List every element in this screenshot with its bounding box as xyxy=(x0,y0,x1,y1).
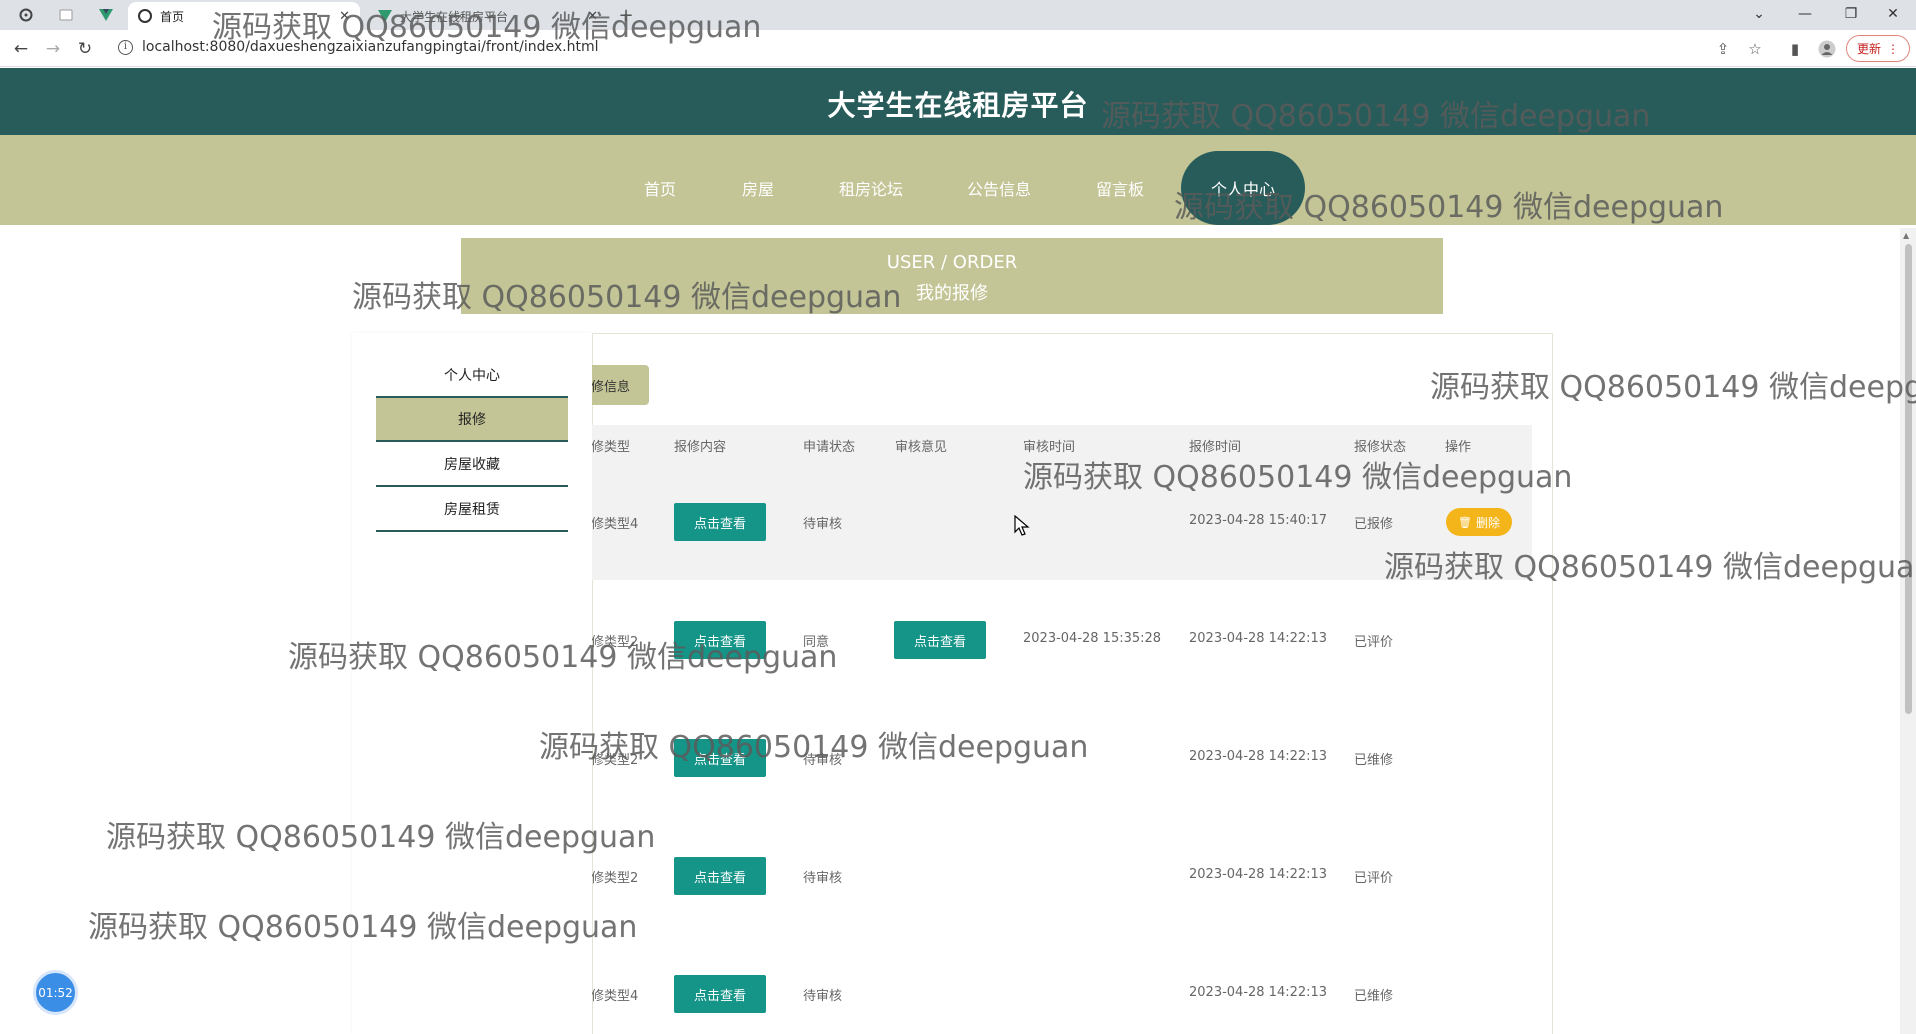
col-type: 报修类型 xyxy=(592,436,652,455)
table-row-2-type: 报修类型2 xyxy=(592,631,652,650)
table-row-1-repair-status: 已报修 xyxy=(1354,517,1394,532)
nav-forum[interactable]: 租房论坛 xyxy=(839,176,903,200)
section-tag: 报修信息 xyxy=(592,365,649,405)
side-item-repair[interactable]: 报修 xyxy=(376,398,568,442)
update-button[interactable]: 更新 ⋮ xyxy=(1846,35,1910,62)
close-icon[interactable]: ✕ xyxy=(339,9,350,24)
scroll-up-arrow-icon[interactable]: ▲ xyxy=(1903,231,1909,240)
table-row-2-report-time: 2023-04-28 14:22:13 xyxy=(1189,631,1328,646)
bookmark-star-icon[interactable]: ☆ xyxy=(1744,38,1766,60)
table-row-4-repair-status: 已评价 xyxy=(1354,871,1394,886)
table-row-2-repair-status: 已评价 xyxy=(1354,635,1394,650)
col-repair-status: 报修状态 xyxy=(1354,440,1407,455)
pinned-tab-icon[interactable] xyxy=(14,4,38,26)
table-row-3-status: 待审核 xyxy=(803,753,843,768)
row-1-delete-button[interactable]: 🗑 删除 xyxy=(1446,508,1512,536)
side-item-personal-center[interactable]: 个人中心 xyxy=(376,354,568,398)
side-panel-icon[interactable]: ▮ xyxy=(1784,38,1806,60)
recording-timer[interactable]: 01:52 xyxy=(33,970,78,1015)
trash-icon: 🗑 xyxy=(1458,515,1472,529)
row-1-type-text: 报修类型4 xyxy=(592,517,639,532)
table-row-4-type: 报修类型2 xyxy=(592,867,652,886)
tab-rental-title: 大学生在线租房平台 xyxy=(400,9,509,24)
table-row-1-report-time: 2023-04-28 15:40:17 xyxy=(1189,513,1328,528)
col-review-time: 审核时间 xyxy=(1023,440,1076,455)
col-content: 报修内容 xyxy=(674,440,727,455)
nav-houses[interactable]: 房屋 xyxy=(742,176,774,200)
screen: { "browser": { "tabs": [ {"title": "首页",… xyxy=(0,0,1916,1034)
tab-rental-platform[interactable]: 大学生在线租房平台 ✕ xyxy=(368,2,608,30)
site-info-icon[interactable]: i xyxy=(118,40,133,55)
table-row-5-status: 待审核 xyxy=(803,989,843,1004)
table-row-5-report-time: 2023-04-28 14:22:13 xyxy=(1189,985,1328,1000)
close-icon[interactable]: ✕ xyxy=(587,9,598,24)
section-tag-label: 报修信息 xyxy=(592,379,631,395)
nav-home[interactable]: 首页 xyxy=(644,176,676,200)
side-item-rental[interactable]: 房屋租赁 xyxy=(376,488,568,532)
row-4-view-content-button[interactable]: 点击查看 xyxy=(674,857,766,895)
browser-tabstrip: 首页 ✕ 大学生在线租房平台 ✕ + ⌄ — ❐ ✕ xyxy=(0,0,1916,30)
vue-icon xyxy=(378,10,392,22)
restore-icon[interactable]: ❐ xyxy=(1828,0,1874,28)
banner-title: 我的报修 xyxy=(916,283,988,304)
pinned-tab-blank-icon[interactable] xyxy=(54,4,78,26)
main-nav xyxy=(0,135,1916,225)
update-label: 更新 xyxy=(1856,42,1881,56)
nav-personal-center[interactable]: 个人中心 xyxy=(1181,151,1305,225)
table-row-3-type: 报修类型2 xyxy=(592,749,652,768)
window-close-icon[interactable]: ✕ xyxy=(1870,0,1916,28)
row-4-type-text: 报修类型2 xyxy=(592,871,639,886)
pinned-tab-vue-icon[interactable] xyxy=(94,4,118,26)
banner-subtitle: USER / ORDER xyxy=(886,252,1018,273)
new-tab-button[interactable]: + xyxy=(614,4,638,26)
col-opinion: 审核意见 xyxy=(895,440,948,455)
row-5-view-content-button[interactable]: 点击查看 xyxy=(674,975,766,1013)
table-row-3-repair-status: 已维修 xyxy=(1354,753,1394,768)
nav-personal-center-label: 个人中心 xyxy=(1210,180,1275,199)
table-row-1-type: 报修类型4 xyxy=(592,513,652,532)
forward-arrow-icon[interactable]: → xyxy=(40,36,66,62)
col-report-time: 报修时间 xyxy=(1189,440,1242,455)
table-row-1-status: 待审核 xyxy=(803,517,843,532)
row-5-type-text: 报修类型4 xyxy=(592,989,639,1004)
table-row-4-report-time: 2023-04-28 14:22:13 xyxy=(1189,867,1328,882)
row-2-view-content-button[interactable]: 点击查看 xyxy=(674,621,766,659)
side-item-favorites[interactable]: 房屋收藏 xyxy=(376,443,568,487)
nav-notices[interactable]: 公告信息 xyxy=(967,176,1031,200)
minimize-icon[interactable]: — xyxy=(1782,0,1828,28)
reload-icon[interactable]: ↻ xyxy=(72,36,98,62)
row-2-view-opinion-button[interactable]: 点击查看 xyxy=(894,621,986,659)
table-row-3-report-time: 2023-04-28 14:22:13 xyxy=(1189,749,1328,764)
table-row-5-type: 报修类型4 xyxy=(592,985,652,1004)
kebab-menu-icon: ⋮ xyxy=(1887,41,1899,56)
mouse-cursor-icon xyxy=(1014,515,1030,536)
col-type-label: 报修类型 xyxy=(592,440,631,455)
nav-message-board[interactable]: 留言板 xyxy=(1096,176,1144,200)
tab-home[interactable]: 首页 ✕ xyxy=(128,2,360,30)
row-3-view-content-button[interactable]: 点击查看 xyxy=(674,739,766,777)
share-icon[interactable]: ⇪ xyxy=(1712,38,1734,60)
site-title: 大学生在线租房平台 xyxy=(827,89,1089,122)
address-bar[interactable]: localhost:8080/daxueshengzaixianzufangpi… xyxy=(142,39,599,55)
tab-search-chevron-icon[interactable]: ⌄ xyxy=(1736,0,1782,28)
table-row-5-repair-status: 已维修 xyxy=(1354,989,1394,1004)
back-arrow-icon[interactable]: ← xyxy=(8,36,34,62)
table-row-2-review-time: 2023-04-28 15:35:28 xyxy=(1023,631,1162,646)
browser-toolbar: ← → ↻ i localhost:8080/daxueshengzaixian… xyxy=(0,30,1916,67)
profile-avatar-icon[interactable] xyxy=(1816,38,1838,60)
table-row-2-status: 同意 xyxy=(803,635,830,650)
tab-home-title: 首页 xyxy=(160,9,185,24)
scrollbar-thumb[interactable] xyxy=(1905,244,1912,714)
row-2-type-text: 报修类型2 xyxy=(592,635,639,650)
col-actions: 操作 xyxy=(1445,440,1472,455)
delete-label: 删除 xyxy=(1475,515,1500,530)
table-row-4-status: 待审核 xyxy=(803,871,843,886)
row-1-view-content-button[interactable]: 点击查看 xyxy=(674,503,766,541)
globe-icon xyxy=(138,9,152,23)
row-3-type-text: 报修类型2 xyxy=(592,753,639,768)
col-status: 申请状态 xyxy=(803,440,856,455)
